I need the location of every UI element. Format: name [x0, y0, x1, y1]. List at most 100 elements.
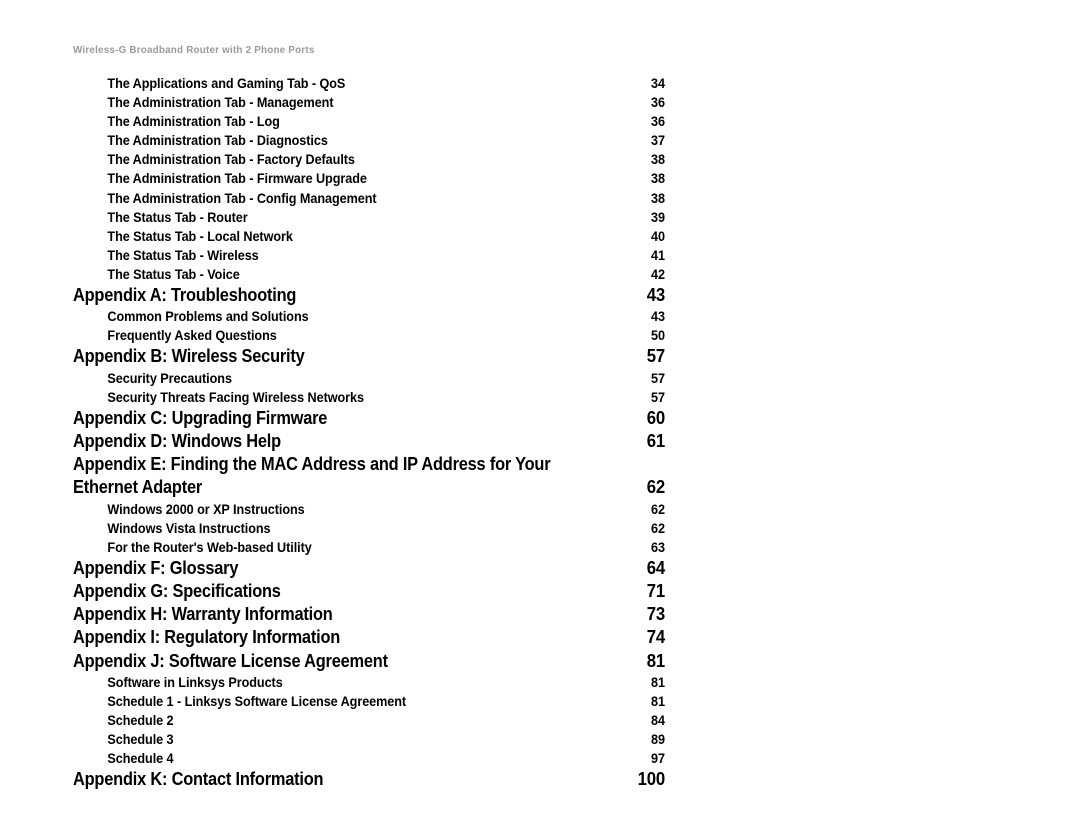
toc-entry-label: The Administration Tab - Management — [107, 95, 334, 111]
toc-entry[interactable]: The Administration Tab - Config Manageme… — [73, 189, 665, 208]
toc-entry-page-number: 38 — [651, 171, 665, 187]
toc-entry-label: The Administration Tab - Log — [107, 114, 280, 130]
toc-entry-label: Security Threats Facing Wireless Network… — [107, 389, 364, 405]
toc-entry[interactable]: Appendix I: Regulatory Information 74 — [73, 626, 665, 649]
toc-entry[interactable]: Schedule 3 89 — [73, 730, 665, 749]
toc-entry[interactable]: Appendix G: Specifications 71 — [73, 580, 665, 603]
toc-entry-page-number: 36 — [651, 114, 665, 130]
toc-entry-label: Ethernet Adapter — [73, 477, 203, 498]
toc-entry-page-number: 84 — [651, 712, 665, 728]
toc-entry-page-number: 43 — [651, 309, 665, 325]
table-of-contents: The Applications and Gaming Tab - QoS 34 T… — [73, 74, 665, 791]
toc-entry-label: For the Router's Web-based Utility — [107, 539, 312, 555]
toc-entry-page-number: 81 — [646, 650, 665, 671]
toc-entry-label: Appendix I: Regulatory Information — [73, 627, 341, 648]
toc-entry-page-number: 50 — [651, 328, 665, 344]
toc-entry-label: Security Precautions — [107, 370, 232, 386]
toc-entry-page-number: 37 — [651, 133, 665, 149]
toc-entry[interactable]: The Administration Tab - Management 36 — [73, 93, 665, 112]
toc-entry[interactable]: The Administration Tab - Firmware Upgrad… — [73, 169, 665, 188]
toc-entry-label: The Status Tab - Voice — [107, 266, 240, 282]
toc-entry-label: The Administration Tab - Diagnostics — [107, 133, 328, 149]
toc-entry-page-number: 89 — [651, 732, 665, 748]
toc-entry[interactable]: Security Precautions 57 — [73, 369, 665, 388]
toc-entry[interactable]: Common Problems and Solutions 43 — [73, 307, 665, 326]
toc-entry[interactable]: Appendix K: Contact Information 100 — [73, 768, 665, 791]
toc-entry-page-number: 71 — [646, 581, 665, 601]
toc-entry-page-number: 34 — [651, 76, 665, 91]
toc-entry-page-number: 64 — [646, 557, 665, 578]
toc-entry-page-number: 57 — [646, 346, 665, 367]
toc-entry-label: Appendix H: Warranty Information — [73, 604, 333, 625]
toc-entry[interactable]: The Status Tab - Wireless 41 — [73, 246, 665, 265]
toc-entry-page-number: 81 — [651, 674, 665, 690]
toc-entry[interactable]: Appendix B: Wireless Security 57 — [73, 345, 665, 368]
toc-entry-page-number: 60 — [646, 407, 665, 428]
toc-entry-label: Appendix F: Glossary — [73, 557, 239, 578]
toc-entry-page-number: 38 — [651, 152, 665, 168]
toc-entry-label: The Administration Tab - Firmware Upgrad… — [107, 171, 367, 187]
toc-entry[interactable]: The Status Tab - Local Network 40 — [73, 227, 665, 246]
toc-entry-label: The Administration Tab - Factory Default… — [107, 152, 355, 168]
toc-entry[interactable]: The Administration Tab - Log 36 — [73, 112, 665, 131]
toc-entry[interactable]: Schedule 2 84 — [73, 711, 665, 730]
toc-entry-label: Software in Linksys Products — [107, 674, 283, 690]
toc-entry[interactable]: Schedule 1 - Linksys Software License Ag… — [73, 692, 665, 711]
toc-entry[interactable]: Windows Vista Instructions 62 — [73, 519, 665, 538]
toc-entry[interactable]: The Status Tab - Voice 42 — [73, 265, 665, 284]
toc-entry-label: Schedule 4 — [107, 751, 174, 767]
toc-entry-page-number: 100 — [637, 769, 666, 790]
toc-entry-page-number: 36 — [651, 95, 665, 111]
toc-entry-page-number: 63 — [651, 539, 665, 555]
toc-entry[interactable]: Appendix D: Windows Help 61 — [73, 430, 665, 453]
toc-entry-label: Schedule 1 - Linksys Software License Ag… — [107, 693, 407, 709]
toc-entry[interactable]: Frequently Asked Questions 50 — [73, 326, 665, 345]
toc-entry-label: Appendix E: Finding the MAC Address and … — [73, 454, 551, 475]
toc-entry[interactable]: For the Router's Web-based Utility 63 — [73, 538, 665, 557]
toc-entry[interactable]: The Applications and Gaming Tab - QoS 34 — [73, 74, 665, 93]
toc-entry-page-number: 62 — [651, 520, 665, 536]
toc-entry-label: Appendix C: Upgrading Firmware — [73, 407, 328, 428]
toc-entry-label: The Status Tab - Router — [107, 209, 248, 225]
toc-entry[interactable]: Windows 2000 or XP Instructions 62 — [73, 500, 665, 519]
toc-entry-label: Appendix K: Contact Information — [73, 769, 324, 790]
toc-entry-label: Common Problems and Solutions — [107, 309, 309, 325]
toc-entry-label: Windows Vista Instructions — [107, 520, 271, 536]
toc-entry[interactable]: Software in Linksys Products 81 — [73, 673, 665, 692]
toc-entry-page-number: 81 — [651, 693, 665, 709]
toc-entry-label: Appendix J: Software License Agreement — [73, 650, 388, 671]
toc-entry-page-number: 97 — [651, 751, 665, 767]
toc-entry[interactable]: The Administration Tab - Diagnostics 37 — [73, 131, 665, 150]
toc-entry[interactable]: Appendix H: Warranty Information 73 — [73, 603, 665, 626]
toc-entry[interactable]: Security Threats Facing Wireless Network… — [73, 388, 665, 407]
toc-entry-page-number: 43 — [646, 285, 665, 306]
toc-entry[interactable]: Appendix A: Troubleshooting 43 — [73, 284, 665, 307]
toc-entry-page-number: 42 — [651, 266, 665, 282]
toc-entry[interactable]: Ethernet Adapter 62 — [73, 476, 665, 499]
toc-entry-label: Appendix D: Windows Help — [73, 430, 281, 451]
toc-entry-page-number: 61 — [646, 430, 665, 451]
toc-entry-page-number: 73 — [646, 604, 665, 625]
toc-entry[interactable]: The Status Tab - Router 39 — [73, 208, 665, 227]
toc-entry-label: Appendix A: Troubleshooting — [73, 285, 297, 306]
toc-entry-page-number: 62 — [646, 477, 665, 498]
toc-entry[interactable]: The Administration Tab - Factory Default… — [73, 150, 665, 169]
toc-entry[interactable]: Appendix C: Upgrading Firmware 60 — [73, 407, 665, 430]
toc-entry-label: Appendix G: Specifications — [73, 581, 281, 601]
toc-entry[interactable]: Appendix E: Finding the MAC Address and … — [73, 453, 665, 476]
toc-entry-page-number: 39 — [651, 209, 665, 225]
toc-entry-page-number: 38 — [651, 190, 665, 206]
toc-entry[interactable]: Appendix F: Glossary 64 — [73, 557, 665, 580]
toc-entry-label: Schedule 3 — [107, 732, 174, 748]
toc-entry-label: Windows 2000 or XP Instructions — [107, 501, 305, 517]
running-header-title: Wireless-G Broadband Router with 2 Phone… — [73, 44, 315, 56]
toc-entry-page-number: 40 — [651, 228, 665, 244]
toc-entry-page-number: 62 — [651, 501, 665, 517]
toc-entry[interactable]: Appendix J: Software License Agreement 81 — [73, 650, 665, 673]
toc-entry-label: The Status Tab - Local Network — [107, 228, 293, 244]
toc-entry-label: Appendix B: Wireless Security — [73, 346, 305, 367]
toc-entry[interactable]: Schedule 4 97 — [73, 749, 665, 768]
toc-entry-page-number: 57 — [651, 370, 665, 386]
toc-entry-label: Schedule 2 — [107, 712, 174, 728]
toc-entry-label: Frequently Asked Questions — [107, 328, 277, 344]
